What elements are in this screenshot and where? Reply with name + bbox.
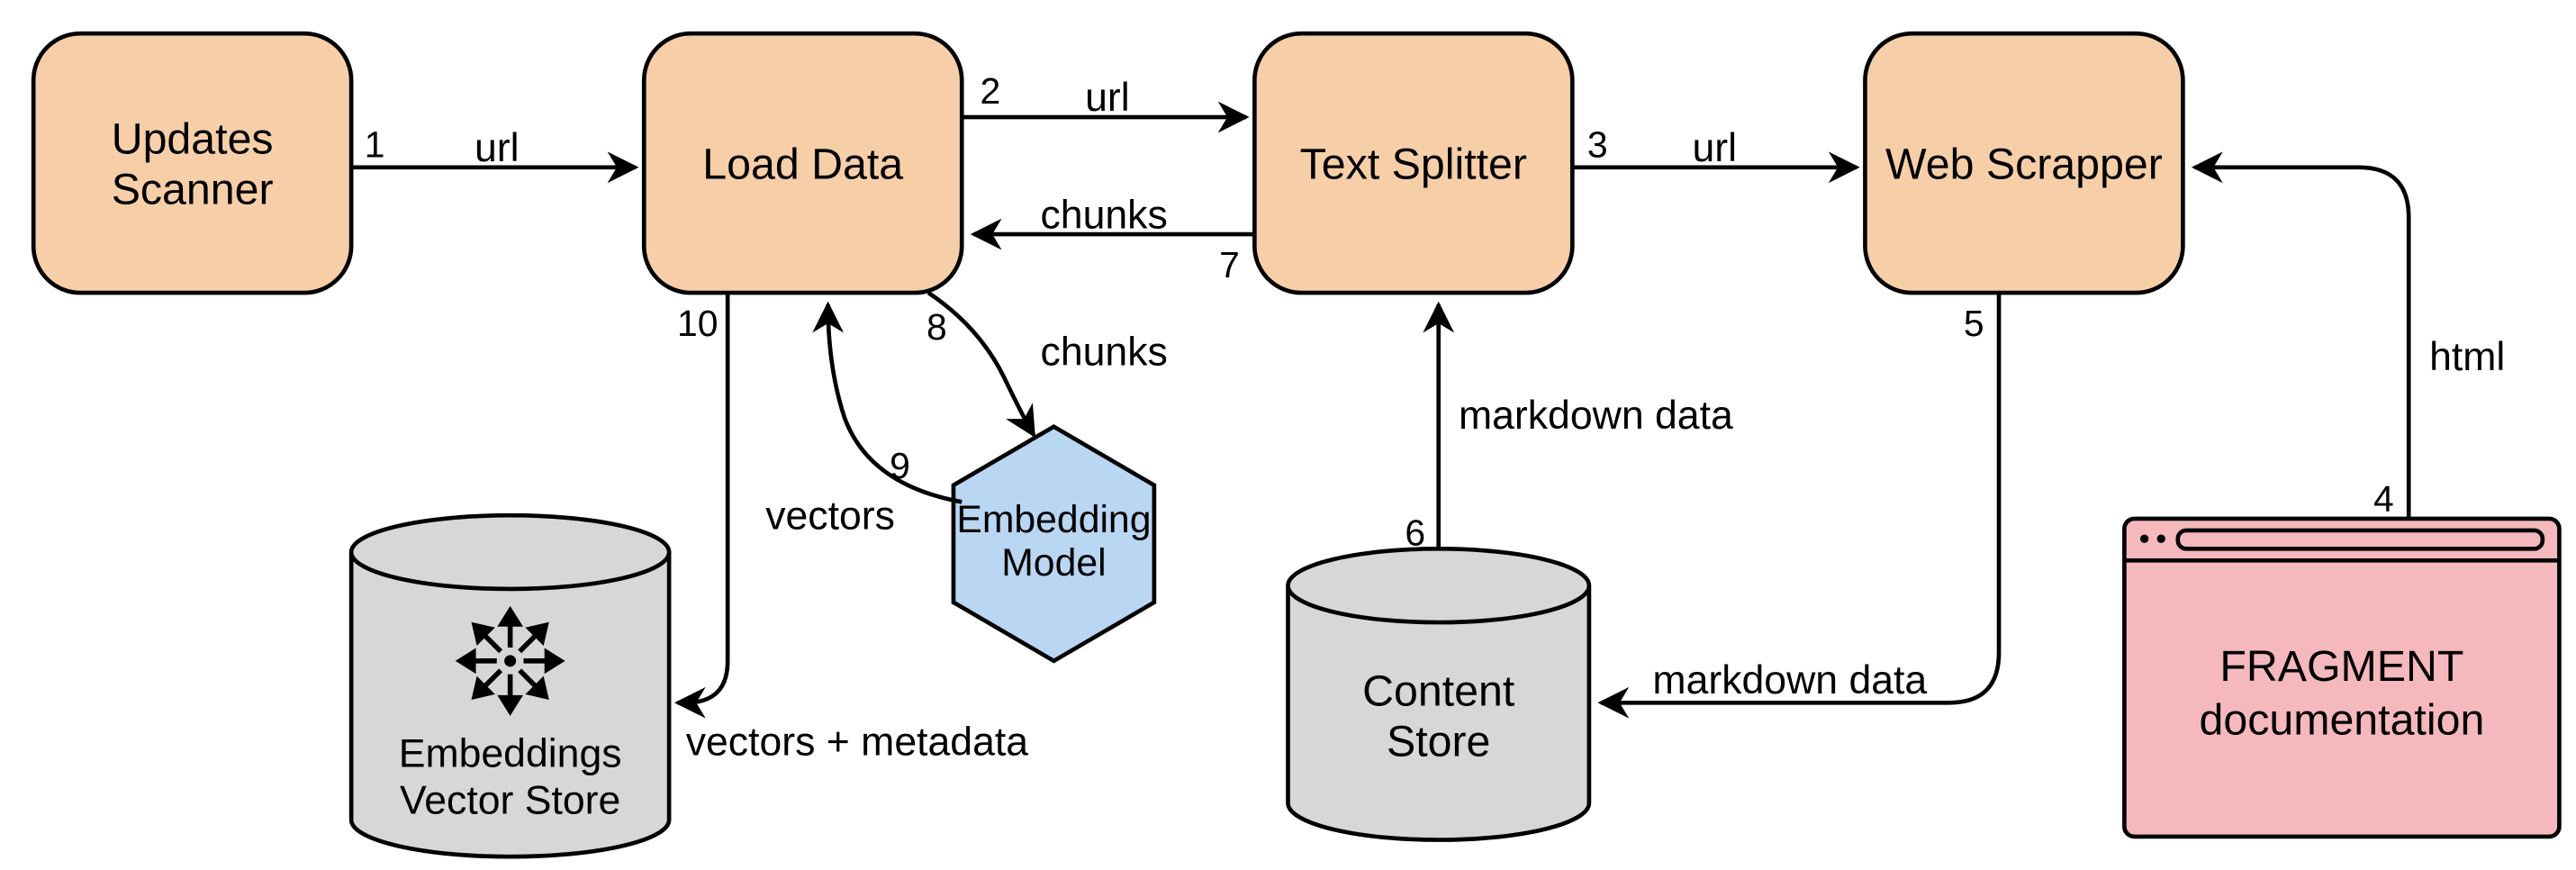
embedding-model-label-1: Embedding bbox=[956, 498, 1151, 541]
web-scrapper-label: Web Scrapper bbox=[1885, 140, 2163, 189]
svg-text:1: 1 bbox=[365, 123, 385, 165]
node-embedding-model: Embedding Model bbox=[954, 427, 1154, 661]
node-load-data: Load Data bbox=[644, 33, 962, 293]
svg-text:9: 9 bbox=[890, 445, 910, 486]
embedding-model-label-2: Model bbox=[1001, 541, 1106, 585]
content-store-label-1: Content bbox=[1362, 667, 1515, 716]
embeddings-icon bbox=[460, 611, 560, 711]
edge-8: 8 chunks bbox=[926, 293, 1168, 435]
edge-5: 5 markdown data bbox=[1601, 293, 1999, 702]
node-content-store: Content Store bbox=[1288, 548, 1589, 839]
edge-3: 3 url bbox=[1572, 123, 1857, 170]
vector-store-label-2: Vector Store bbox=[400, 779, 620, 823]
node-updates-scanner: Updates Scanner bbox=[33, 33, 351, 293]
updates-scanner-label-1: Updates bbox=[112, 115, 274, 164]
svg-text:url: url bbox=[1692, 126, 1737, 170]
updates-scanner-label-2: Scanner bbox=[112, 165, 274, 213]
svg-text:markdown data: markdown data bbox=[1652, 658, 1927, 702]
edge-7: 7 chunks bbox=[973, 193, 1254, 285]
node-vector-store: Embeddings Vector Store bbox=[351, 515, 669, 856]
content-store-label-2: Store bbox=[1387, 717, 1490, 766]
svg-text:html: html bbox=[2429, 335, 2505, 379]
node-web-scrapper: Web Scrapper bbox=[1865, 33, 2183, 293]
svg-text:6: 6 bbox=[1405, 512, 1425, 553]
edge-4: 4 html bbox=[2194, 168, 2505, 520]
edge-6: 6 markdown data bbox=[1405, 304, 1733, 553]
svg-text:5: 5 bbox=[1964, 303, 1984, 344]
fragment-docs-label-1: FRAGMENT bbox=[2219, 642, 2463, 691]
vector-store-label-1: Embeddings bbox=[399, 731, 622, 775]
node-text-splitter: Text Splitter bbox=[1254, 33, 1572, 293]
svg-text:2: 2 bbox=[980, 70, 1000, 112]
edge-2: 2 url bbox=[962, 70, 1246, 120]
node-fragment-docs: FRAGMENT documentation bbox=[2124, 519, 2559, 837]
svg-text:7: 7 bbox=[1219, 244, 1240, 285]
svg-text:chunks: chunks bbox=[1041, 331, 1168, 375]
svg-text:vectors + metadata: vectors + metadata bbox=[686, 720, 1029, 764]
svg-text:url: url bbox=[475, 126, 520, 170]
text-splitter-label: Text Splitter bbox=[1300, 140, 1527, 189]
load-data-label: Load Data bbox=[702, 140, 903, 189]
svg-text:chunks: chunks bbox=[1041, 193, 1168, 237]
svg-text:url: url bbox=[1085, 76, 1130, 120]
svg-text:4: 4 bbox=[2373, 478, 2394, 520]
svg-text:markdown data: markdown data bbox=[1459, 394, 1733, 438]
svg-text:10: 10 bbox=[677, 303, 718, 344]
edge-1: 1 url bbox=[351, 123, 636, 170]
svg-text:vectors: vectors bbox=[765, 494, 895, 539]
svg-text:3: 3 bbox=[1587, 123, 1608, 165]
fragment-docs-label-2: documentation bbox=[2199, 695, 2484, 744]
svg-text:8: 8 bbox=[926, 306, 947, 348]
pipeline-diagram: Updates Scanner Load Data Text Splitter … bbox=[0, 0, 2576, 870]
